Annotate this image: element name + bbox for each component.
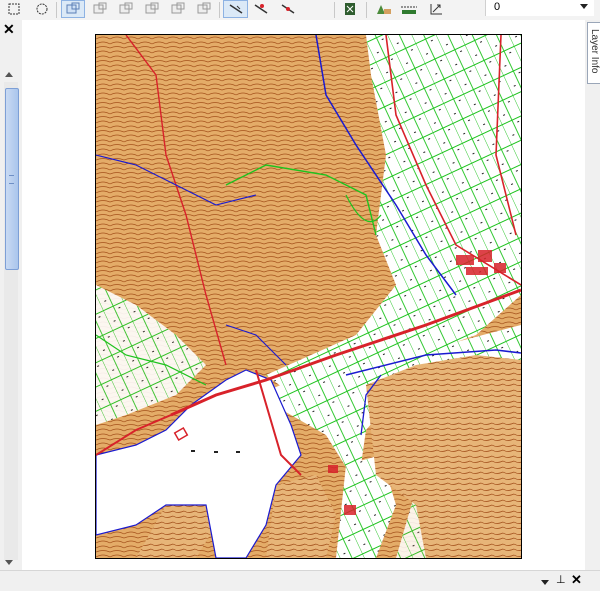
view-icon-5[interactable] (168, 0, 188, 18)
profile-icon[interactable] (399, 0, 419, 18)
scroll-down-icon[interactable] (5, 560, 13, 565)
toolbar-separator (366, 2, 367, 18)
zoom-value: 0 (494, 1, 501, 13)
close-icon[interactable]: ✕ (571, 573, 582, 586)
chevron-down-icon[interactable] (580, 4, 588, 9)
close-icon[interactable]: ✕ (3, 22, 15, 36)
cut-line-icon[interactable] (251, 0, 271, 18)
line-tool-icon[interactable] (223, 0, 248, 18)
toolbar-separator (334, 2, 335, 18)
pin-icon[interactable]: ⊥ (556, 574, 566, 586)
map-canvas (96, 35, 521, 558)
lasso-select-icon[interactable] (32, 0, 52, 18)
bottom-dock-bar: ⊥ ✕ (0, 570, 600, 591)
toolbar: 0 (0, 0, 600, 20)
view-icon-3[interactable] (116, 0, 136, 18)
scrollbar-grip-icon (9, 175, 14, 184)
rect-select-icon[interactable] (4, 0, 24, 18)
transform-icon[interactable] (426, 0, 446, 18)
topographic-map[interactable] (95, 34, 522, 559)
zoom-combo[interactable]: 0 (485, 0, 594, 16)
view-icon-4[interactable] (142, 0, 162, 18)
layer-icon[interactable] (340, 0, 360, 18)
document-area (22, 20, 585, 570)
side-tab-label: Layer Info (589, 29, 600, 74)
view-icon-6[interactable] (194, 0, 214, 18)
terrain-icon[interactable] (374, 0, 394, 18)
toolbar-separator (219, 2, 220, 18)
view-icon-2[interactable] (90, 0, 110, 18)
chevron-down-icon[interactable] (541, 580, 549, 585)
right-dock-strip (585, 20, 600, 570)
scroll-up-icon[interactable] (5, 72, 13, 77)
view-icon-1[interactable] (61, 0, 85, 18)
split-line-icon[interactable] (278, 0, 298, 18)
toolbar-separator (56, 2, 57, 18)
side-tab-layer-info[interactable]: Layer Info (587, 22, 600, 84)
left-panel: ✕ (0, 20, 22, 570)
